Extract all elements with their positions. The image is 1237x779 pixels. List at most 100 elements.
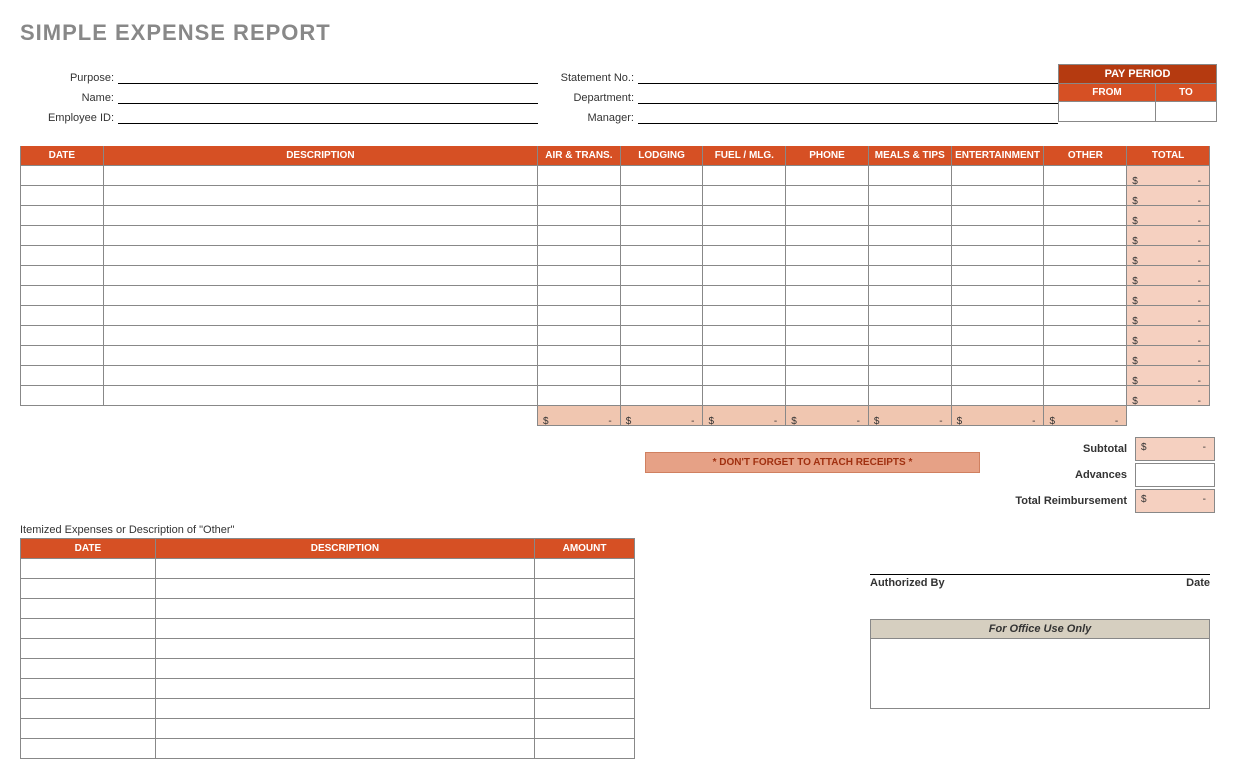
expense-cell[interactable] <box>103 226 537 246</box>
expense-cell[interactable] <box>951 306 1044 326</box>
expense-cell[interactable] <box>21 286 104 306</box>
expense-cell[interactable] <box>538 166 621 186</box>
itemized-cell[interactable] <box>155 599 534 619</box>
expense-cell[interactable] <box>786 346 869 366</box>
expense-cell[interactable] <box>21 166 104 186</box>
expense-cell[interactable] <box>786 226 869 246</box>
itemized-cell[interactable] <box>155 659 534 679</box>
expense-cell[interactable] <box>951 286 1044 306</box>
expense-cell[interactable] <box>1044 166 1127 186</box>
expense-cell[interactable] <box>703 346 786 366</box>
expense-cell[interactable] <box>1044 186 1127 206</box>
expense-cell[interactable] <box>703 166 786 186</box>
expense-cell[interactable] <box>951 366 1044 386</box>
expense-cell[interactable] <box>786 326 869 346</box>
expense-cell[interactable] <box>103 346 537 366</box>
itemized-cell[interactable] <box>155 619 534 639</box>
expense-cell[interactable] <box>21 326 104 346</box>
itemized-cell[interactable] <box>155 579 534 599</box>
expense-cell[interactable] <box>620 286 703 306</box>
expense-cell[interactable] <box>703 186 786 206</box>
expense-cell[interactable] <box>1044 206 1127 226</box>
itemized-cell[interactable] <box>21 559 156 579</box>
expense-cell[interactable] <box>620 166 703 186</box>
expense-cell[interactable] <box>21 206 104 226</box>
expense-cell[interactable] <box>868 306 951 326</box>
expense-cell[interactable] <box>538 306 621 326</box>
expense-cell[interactable] <box>21 266 104 286</box>
expense-cell[interactable] <box>703 326 786 346</box>
expense-cell[interactable] <box>1044 326 1127 346</box>
itemized-cell[interactable] <box>155 559 534 579</box>
expense-cell[interactable] <box>868 366 951 386</box>
expense-cell[interactable] <box>786 366 869 386</box>
expense-cell[interactable] <box>703 306 786 326</box>
expense-cell[interactable] <box>868 246 951 266</box>
expense-cell[interactable] <box>620 226 703 246</box>
expense-cell[interactable] <box>21 366 104 386</box>
expense-cell[interactable] <box>951 166 1044 186</box>
expense-cell[interactable] <box>951 386 1044 406</box>
expense-cell[interactable] <box>951 346 1044 366</box>
expense-cell[interactable] <box>951 266 1044 286</box>
itemized-cell[interactable] <box>21 659 156 679</box>
expense-cell[interactable] <box>1044 386 1127 406</box>
expense-cell[interactable] <box>1044 246 1127 266</box>
itemized-cell[interactable] <box>535 599 635 619</box>
itemized-cell[interactable] <box>535 639 635 659</box>
expense-cell[interactable] <box>21 386 104 406</box>
expense-cell[interactable] <box>1044 286 1127 306</box>
itemized-cell[interactable] <box>155 679 534 699</box>
itemized-cell[interactable] <box>21 739 156 759</box>
expense-cell[interactable] <box>103 266 537 286</box>
expense-cell[interactable] <box>703 386 786 406</box>
itemized-cell[interactable] <box>21 639 156 659</box>
expense-cell[interactable] <box>21 306 104 326</box>
expense-cell[interactable] <box>103 386 537 406</box>
itemized-cell[interactable] <box>21 619 156 639</box>
expense-cell[interactable] <box>703 206 786 226</box>
expense-cell[interactable] <box>703 266 786 286</box>
expense-cell[interactable] <box>951 206 1044 226</box>
expense-cell[interactable] <box>538 386 621 406</box>
expense-cell[interactable] <box>703 366 786 386</box>
expense-cell[interactable] <box>703 246 786 266</box>
expense-cell[interactable] <box>868 266 951 286</box>
expense-cell[interactable] <box>868 326 951 346</box>
statement-input[interactable] <box>638 66 1058 84</box>
itemized-cell[interactable] <box>155 719 534 739</box>
expense-cell[interactable] <box>951 226 1044 246</box>
expense-cell[interactable] <box>1044 226 1127 246</box>
expense-cell[interactable] <box>620 266 703 286</box>
expense-cell[interactable] <box>868 386 951 406</box>
itemized-cell[interactable] <box>21 719 156 739</box>
itemized-cell[interactable] <box>155 699 534 719</box>
expense-cell[interactable] <box>620 366 703 386</box>
expense-cell[interactable] <box>868 206 951 226</box>
expense-cell[interactable] <box>103 306 537 326</box>
expense-cell[interactable] <box>538 186 621 206</box>
expense-cell[interactable] <box>951 186 1044 206</box>
expense-cell[interactable] <box>1044 346 1127 366</box>
employee-input[interactable] <box>118 106 538 124</box>
expense-cell[interactable] <box>786 306 869 326</box>
expense-cell[interactable] <box>21 226 104 246</box>
expense-cell[interactable] <box>868 166 951 186</box>
department-input[interactable] <box>638 86 1058 104</box>
expense-cell[interactable] <box>620 346 703 366</box>
itemized-cell[interactable] <box>535 659 635 679</box>
expense-cell[interactable] <box>1044 366 1127 386</box>
expense-cell[interactable] <box>620 206 703 226</box>
expense-cell[interactable] <box>538 246 621 266</box>
expense-cell[interactable] <box>1044 266 1127 286</box>
itemized-cell[interactable] <box>535 679 635 699</box>
expense-cell[interactable] <box>620 306 703 326</box>
name-input[interactable] <box>118 86 538 104</box>
expense-cell[interactable] <box>786 246 869 266</box>
expense-cell[interactable] <box>703 226 786 246</box>
expense-cell[interactable] <box>538 346 621 366</box>
expense-cell[interactable] <box>951 326 1044 346</box>
expense-cell[interactable] <box>21 246 104 266</box>
expense-cell[interactable] <box>868 346 951 366</box>
expense-cell[interactable] <box>103 246 537 266</box>
